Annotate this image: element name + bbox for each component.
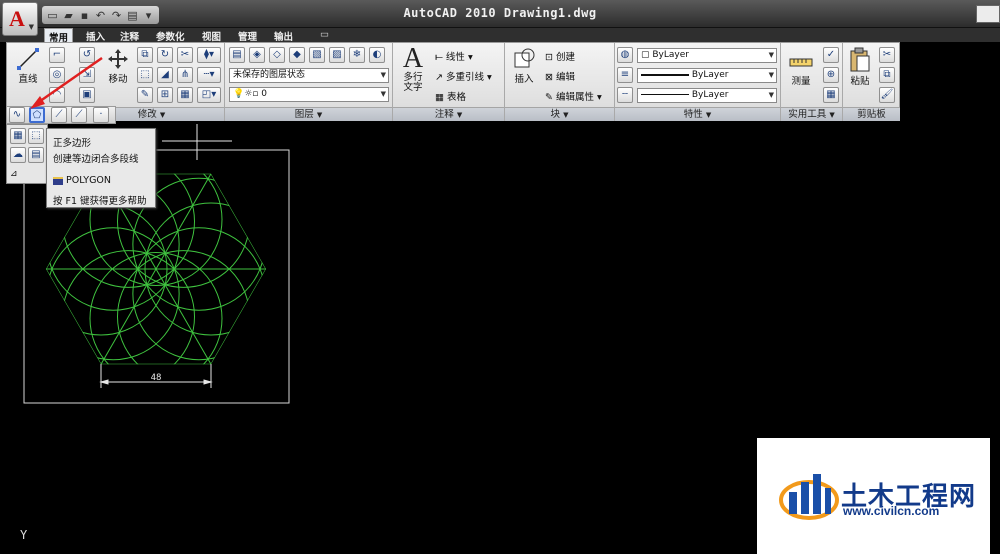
autocad-logo-icon: A [9,6,25,31]
chevron-down-icon: ▼ [28,23,34,31]
watermark: 土木工程网 www.civilcn.com [757,438,990,554]
civilcn-logo-icon [779,474,839,520]
application-menu-button[interactable]: A ▼ [2,2,38,36]
watermark-url: www.civilcn.com [843,504,940,518]
